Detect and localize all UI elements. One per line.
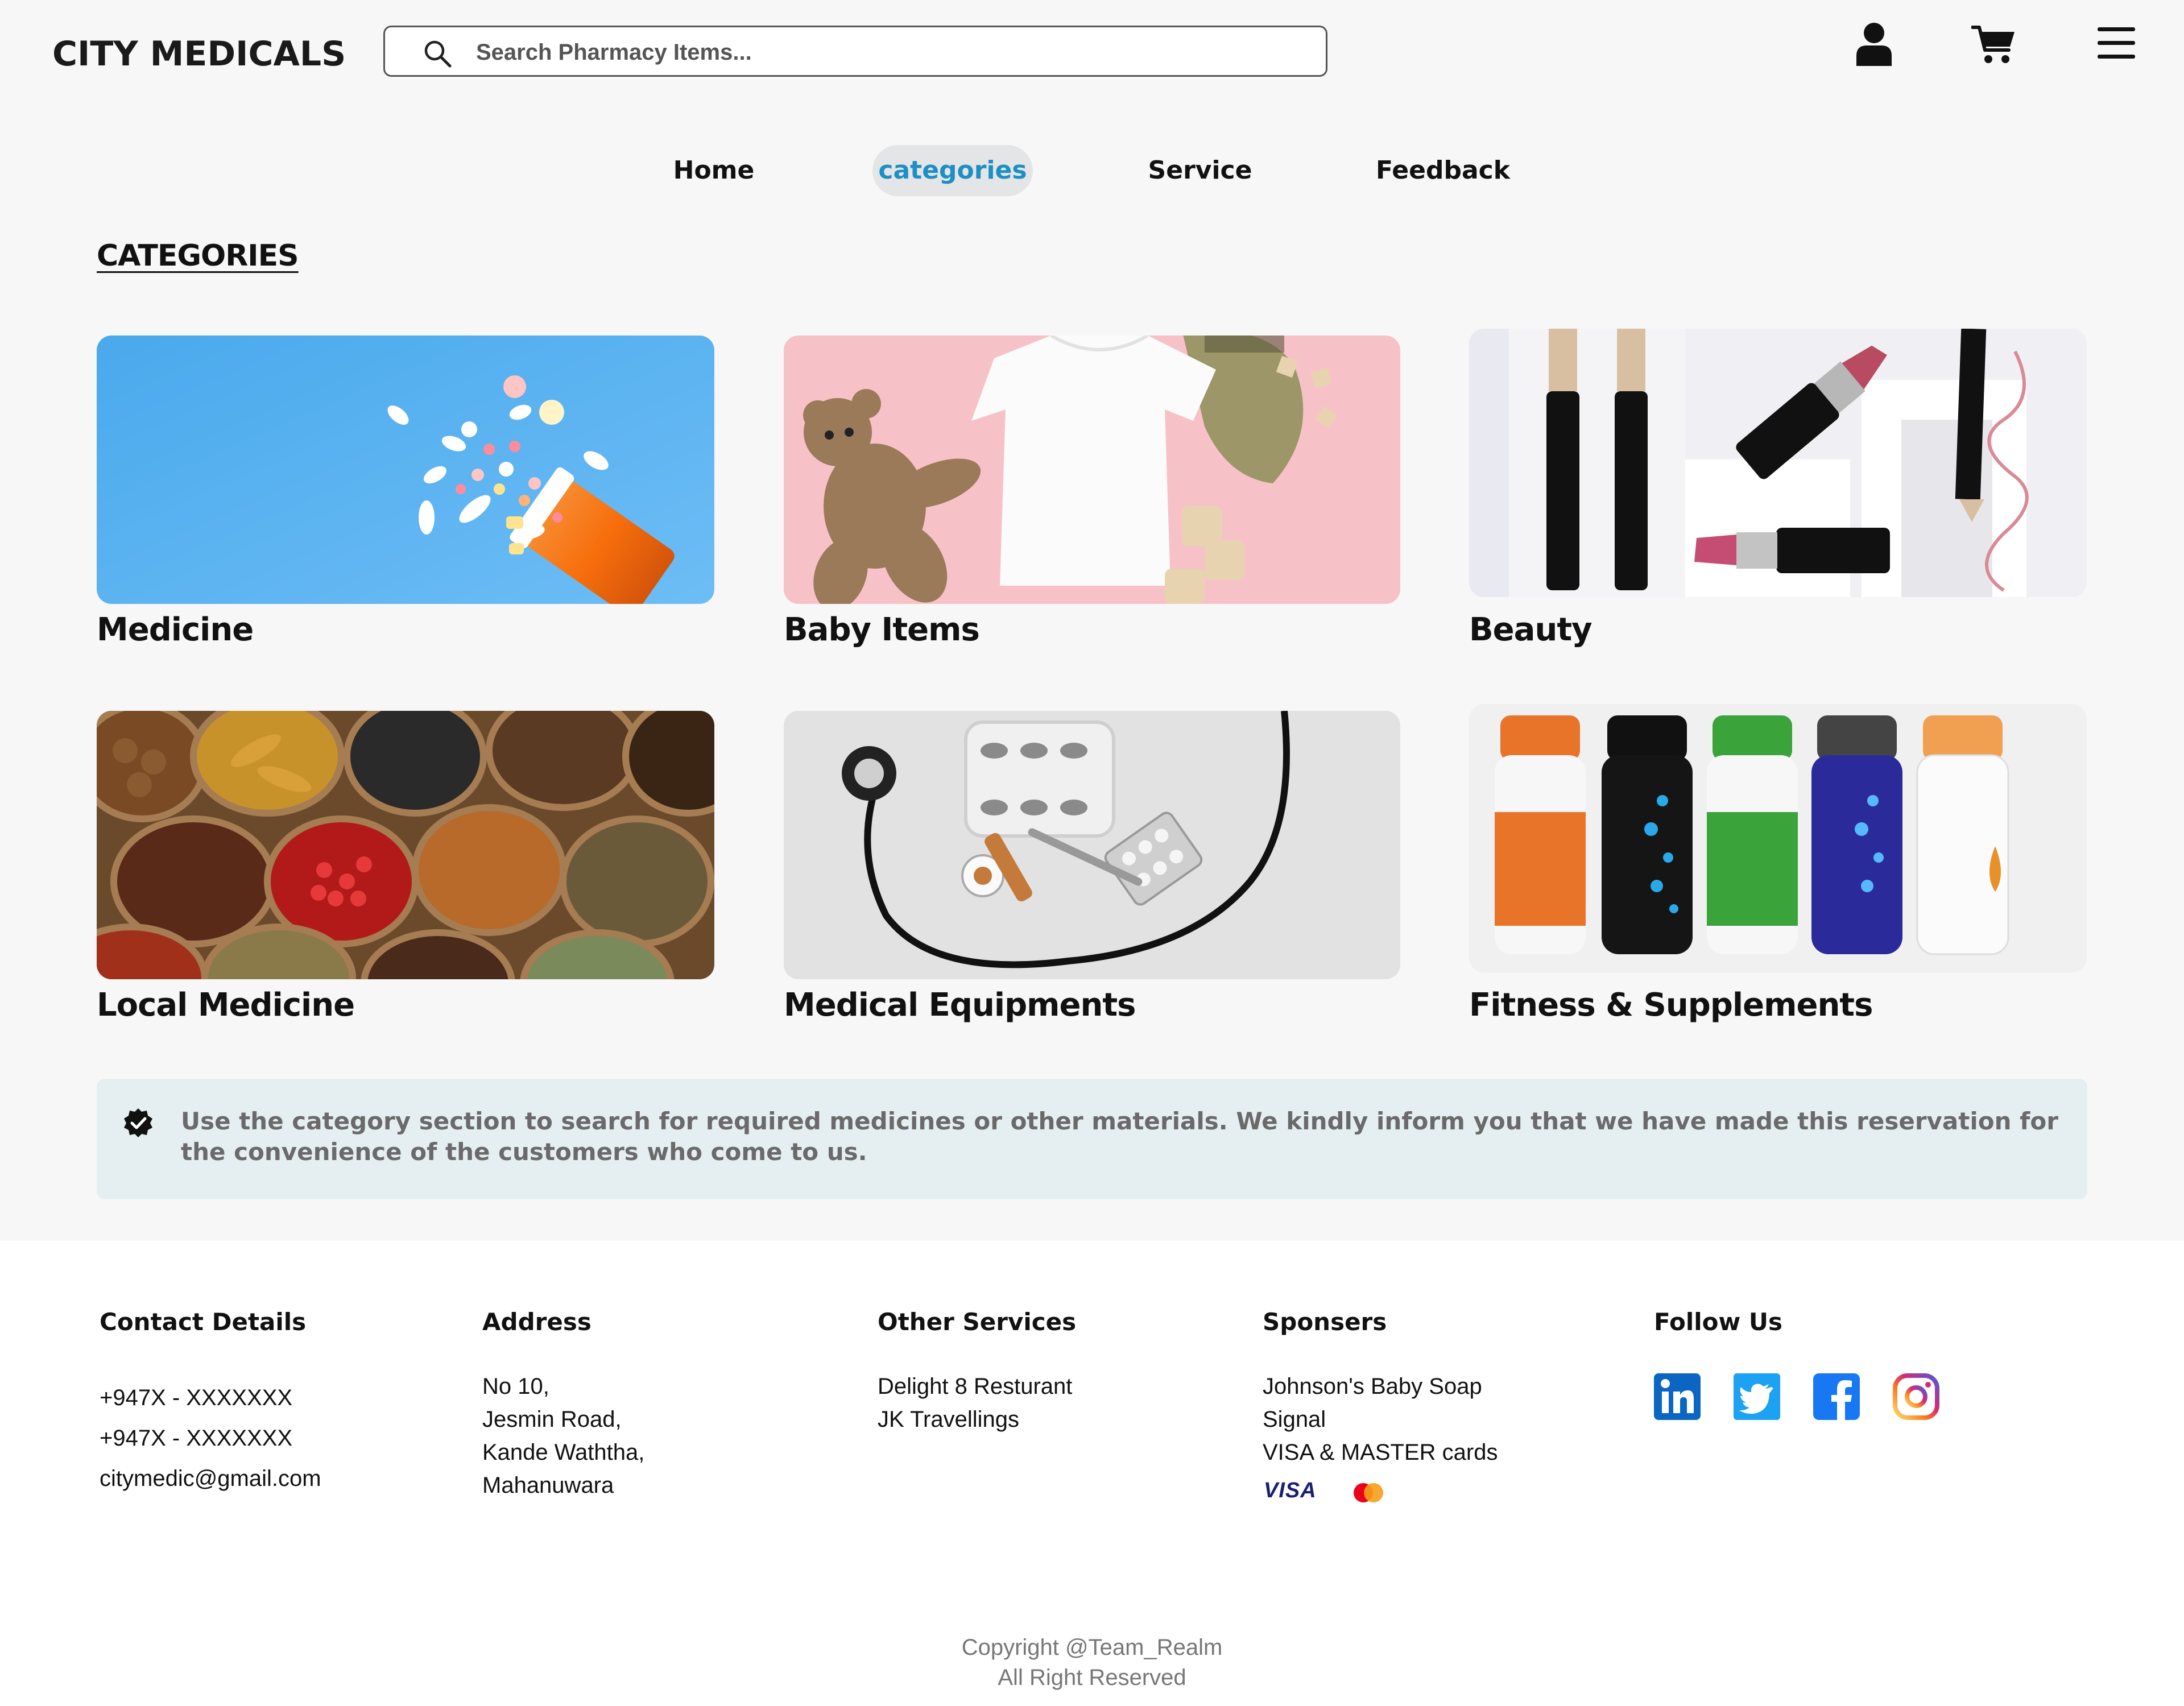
category-card-beauty[interactable] (1469, 329, 2087, 597)
search-icon[interactable] (423, 39, 452, 68)
footer-contact-title: Contact Details (100, 1308, 307, 1336)
category-label[interactable]: Beauty (1469, 611, 1592, 648)
category-label[interactable]: Fitness & Supplements (1469, 987, 1873, 1024)
category-card-baby-items[interactable] (784, 336, 1400, 604)
user-icon[interactable] (1855, 22, 1893, 66)
footer-follow-title: Follow Us (1654, 1308, 1783, 1336)
baby-items-image (784, 336, 1400, 604)
fitness-supplements-image (1469, 704, 2087, 972)
footer-contact-list: +947X - XXXXXXX +947X - XXXXXXX citymedi… (100, 1378, 321, 1499)
footer-services-list: Delight 8 Resturant JK Travellings (878, 1370, 1072, 1436)
address-line: Kande Waththa, (482, 1440, 645, 1465)
address-line: No 10, (482, 1374, 549, 1399)
sponsor-item: Signal (1263, 1407, 1326, 1432)
local-medicine-image (97, 711, 714, 979)
brand-logo[interactable]: CITY MEDICALS (52, 34, 346, 74)
address-line: Jesmin Road, (482, 1407, 622, 1432)
rights-text: All Right Reserved (998, 1665, 1186, 1690)
footer-sponsors-list: Johnson's Baby Soap Signal VISA & MASTER… (1263, 1370, 1498, 1469)
contact-phone-1[interactable]: +947X - XXXXXXX (100, 1378, 321, 1418)
twitter-icon[interactable] (1734, 1373, 1780, 1420)
beauty-image (1469, 329, 2087, 597)
footer-address-title: Address (482, 1308, 592, 1336)
copyright-text: Copyright @Team_Realm (961, 1635, 1223, 1660)
notice-text: Use the category section to search for r… (181, 1107, 2058, 1166)
category-card-local-medicine[interactable] (97, 711, 714, 979)
cart-icon[interactable] (1971, 24, 2017, 65)
nav-feedback[interactable]: Feedback (1359, 145, 1527, 196)
facebook-icon[interactable] (1813, 1373, 1860, 1420)
medical-equipments-image (784, 711, 1400, 979)
search-bar[interactable] (383, 26, 1327, 77)
category-card-medical-equipments[interactable] (784, 711, 1400, 979)
sponsor-item: Johnson's Baby Soap (1263, 1374, 1482, 1399)
category-label[interactable]: Baby Items (784, 611, 980, 648)
nav-service[interactable]: Service (1132, 145, 1268, 196)
category-label[interactable]: Medical Equipments (784, 987, 1136, 1024)
mastercard-icon (1354, 1483, 1383, 1502)
footer-address-list: No 10, Jesmin Road, Kande Waththa, Mahan… (482, 1370, 644, 1502)
service-link[interactable]: Delight 8 Resturant (878, 1370, 1072, 1403)
nav-categories[interactable]: categories (872, 145, 1033, 196)
footer-sponsors-title: Sponsers (1263, 1308, 1387, 1336)
address-line: Mahanuwara (482, 1473, 614, 1498)
instagram-icon[interactable] (1893, 1373, 1939, 1420)
category-card-medicine[interactable] (97, 336, 714, 604)
service-link[interactable]: JK Travellings (878, 1403, 1072, 1436)
nav-home[interactable]: Home (648, 145, 779, 196)
contact-email[interactable]: citymedic@gmail.com (100, 1459, 321, 1499)
info-notice: Use the category section to search for r… (97, 1079, 2087, 1199)
linkedin-icon[interactable] (1654, 1373, 1701, 1420)
verified-badge-icon (124, 1108, 152, 1137)
page-title: CATEGORIES (97, 239, 299, 273)
sponsor-item: VISA & MASTER cards (1263, 1440, 1498, 1465)
medicine-image (97, 336, 714, 604)
search-input[interactable] (475, 35, 1302, 69)
category-label[interactable]: Medicine (97, 611, 254, 648)
footer-services-title: Other Services (878, 1308, 1077, 1336)
category-label[interactable]: Local Medicine (97, 987, 355, 1024)
menu-icon[interactable] (2098, 27, 2135, 59)
visa-icon: VISA (1264, 1479, 1317, 1502)
contact-phone-2[interactable]: +947X - XXXXXXX (100, 1418, 321, 1459)
category-card-fitness-supplements[interactable] (1469, 704, 2087, 972)
